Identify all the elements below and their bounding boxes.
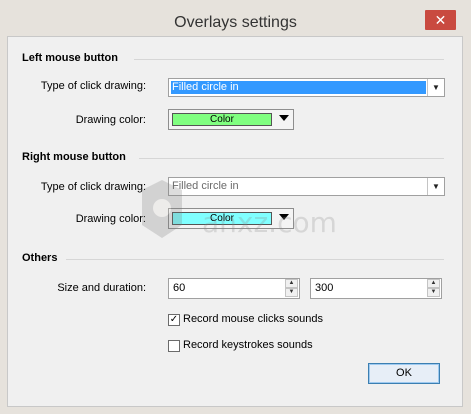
left-type-value: Filled circle in bbox=[171, 81, 426, 94]
spin-down-icon[interactable]: ▼ bbox=[285, 288, 298, 297]
close-icon: ✕ bbox=[434, 12, 447, 28]
overlays-settings-window: Overlays settings ✕ Left mouse button Ty… bbox=[0, 0, 471, 414]
right-type-label: Type of click drawing: bbox=[40, 181, 146, 193]
ok-button[interactable]: OK bbox=[368, 363, 440, 384]
size-duration-label: Size and duration: bbox=[57, 282, 146, 294]
others-heading: Others bbox=[22, 252, 58, 264]
close-button[interactable]: ✕ bbox=[425, 10, 456, 30]
section-divider bbox=[134, 59, 444, 60]
record-keystrokes-label[interactable]: Record keystrokes sounds bbox=[183, 339, 313, 351]
left-color-swatch: Color bbox=[172, 113, 272, 126]
left-type-label: Type of click drawing: bbox=[40, 80, 146, 92]
right-mouse-heading: Right mouse button bbox=[22, 151, 126, 163]
left-color-label: Drawing color: bbox=[75, 114, 146, 126]
spin-up-icon[interactable]: ▲ bbox=[427, 279, 440, 288]
left-mouse-heading: Left mouse button bbox=[22, 52, 118, 64]
chevron-down-icon[interactable]: ▼ bbox=[427, 178, 444, 195]
watermark-logo: anxz.com bbox=[142, 180, 337, 239]
left-color-button[interactable]: Color bbox=[168, 109, 294, 130]
record-clicks-checkbox[interactable]: ✓ bbox=[168, 314, 180, 326]
section-divider bbox=[139, 158, 444, 159]
size-value: 60 bbox=[173, 282, 186, 294]
right-color-label: Drawing color: bbox=[75, 213, 146, 225]
watermark-text: anxz.com bbox=[202, 206, 337, 239]
window-title: Overlays settings bbox=[174, 14, 297, 31]
record-clicks-label[interactable]: Record mouse clicks sounds bbox=[183, 313, 323, 325]
duration-value: 300 bbox=[315, 282, 334, 294]
spin-up-icon[interactable]: ▲ bbox=[285, 279, 298, 288]
size-spin-input[interactable]: 60 ▲ ▼ bbox=[168, 278, 300, 299]
chevron-down-icon bbox=[279, 115, 289, 121]
duration-spin-input[interactable]: 300 ▲ ▼ bbox=[310, 278, 442, 299]
section-divider bbox=[66, 259, 444, 260]
left-type-select[interactable]: Filled circle in ▼ bbox=[168, 78, 445, 97]
checkmark-icon: ✓ bbox=[169, 314, 179, 325]
record-keystrokes-checkbox[interactable] bbox=[168, 340, 180, 352]
chevron-down-icon[interactable]: ▼ bbox=[427, 79, 444, 96]
spin-down-icon[interactable]: ▼ bbox=[427, 288, 440, 297]
